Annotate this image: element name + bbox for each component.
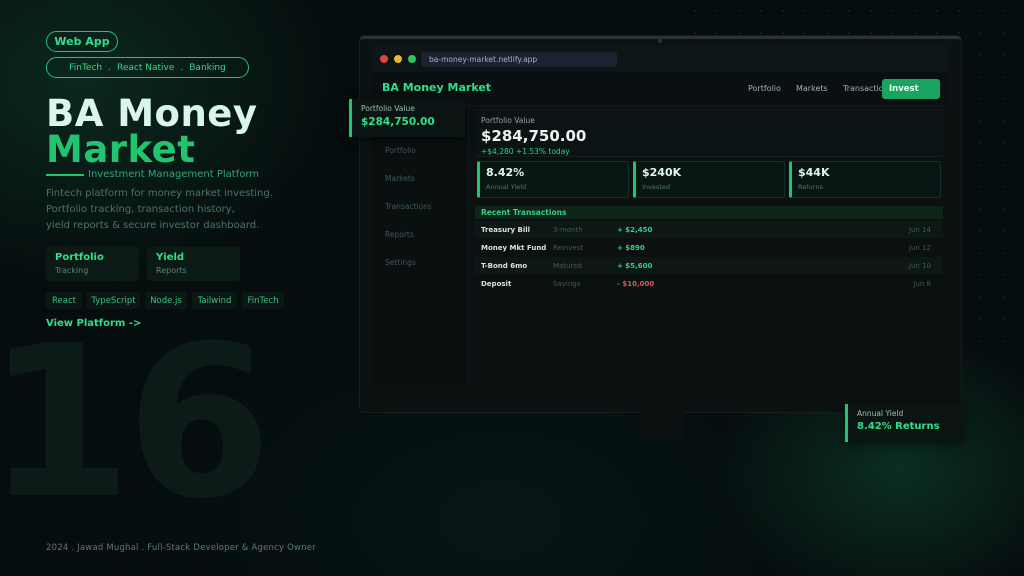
tech-tag-fintech: FinTech [242, 292, 284, 309]
web-app-badge: Web App [46, 31, 118, 52]
feature-portfolio: Portfolio Tracking [46, 247, 139, 281]
transaction-row[interactable]: Money Mkt Fund Reinvest + $890 Jun 12 [475, 239, 943, 256]
app-main: Portfolio Value $284,750.00 +$4,280 +1.5… [469, 106, 949, 386]
portfolio-value-card: Portfolio Value $284,750.00 +$4,280 +1.5… [475, 109, 943, 157]
recent-transactions-header: Recent Transactions [475, 206, 943, 219]
description-line: Fintech platform for money market invest… [46, 188, 273, 199]
tag-separator: . [180, 62, 184, 73]
tag-react-native: React Native [116, 62, 175, 73]
tags-pill: FinTech . React Native . Banking [46, 57, 249, 78]
tx-date: Jun 12 [908, 244, 931, 252]
floating-label: Portfolio Value [361, 104, 415, 113]
monitor-camera [658, 39, 662, 43]
sidebar-item-portfolio[interactable]: Portfolio [385, 146, 416, 155]
tx-date: Jun 10 [908, 262, 931, 270]
portfolio-value-change: +$4,280 +1.53% today [481, 147, 570, 156]
stat-value: $44K [798, 166, 830, 179]
stat-card-invested[interactable]: $240K Invested [633, 161, 785, 198]
sidebar-item-markets[interactable]: Markets [385, 174, 415, 183]
tag-separator: . [108, 62, 111, 73]
stat-label: Annual Yield [486, 183, 527, 191]
tx-date: Jun 8 [913, 280, 931, 288]
browser-chrome: ba-money-market.netlify.app [371, 46, 949, 72]
tech-tag-nodejs: Node.js [145, 292, 187, 309]
app-brand[interactable]: BA Money Market [382, 81, 491, 94]
sidebar-item-transactions[interactable]: Transactions [385, 202, 432, 211]
view-platform-link[interactable]: View Platform -> [46, 318, 141, 329]
close-window-dot[interactable] [380, 55, 388, 63]
maximize-window-dot[interactable] [408, 55, 416, 63]
footer-credit: 2024 . Jawad Mughal . Full-Stack Develop… [46, 543, 316, 553]
tx-name: Treasury Bill [481, 226, 531, 234]
stat-card-annual-yield[interactable]: 8.42% Annual Yield [477, 161, 629, 198]
stat-card-returns[interactable]: $44K Returns [789, 161, 941, 198]
tx-type: Reinvest [553, 244, 584, 252]
feature-sub: Reports [156, 266, 187, 275]
floating-value: 8.42% Returns [857, 421, 940, 432]
floating-yield-card: Annual Yield 8.42% Returns [845, 404, 964, 442]
tech-tag-react: React [46, 292, 82, 309]
feature-sub: Tracking [55, 266, 89, 275]
tx-amount: + $890 [617, 244, 645, 252]
hero-title-line2: Market [46, 128, 196, 171]
feature-title: Portfolio [55, 252, 104, 263]
feature-title: Yield [156, 252, 185, 263]
hero-description: Fintech platform for money market invest… [46, 186, 273, 234]
tech-tag-typescript: TypeScript [87, 292, 140, 309]
tx-amount: + $5,600 [617, 262, 653, 270]
tag-banking: Banking [189, 62, 226, 73]
floating-value: $284,750.00 [361, 116, 435, 128]
floating-label: Annual Yield [857, 409, 904, 418]
feature-yield: Yield Reports [147, 247, 240, 281]
nav-portfolio[interactable]: Portfolio [748, 84, 781, 93]
transaction-row[interactable]: T-Bond 6mo Matured + $5,600 Jun 10 [475, 257, 943, 274]
stat-label: Returns [798, 183, 823, 191]
subtitle-divider [46, 174, 84, 176]
tx-name: T-Bond 6mo [481, 262, 528, 270]
url-bar[interactable]: ba-money-market.netlify.app [421, 52, 617, 67]
description-line: Portfolio tracking, transaction history, [46, 204, 235, 215]
minimize-window-dot[interactable] [394, 55, 402, 63]
sidebar-item-reports[interactable]: Reports [385, 230, 414, 239]
transaction-row[interactable]: Treasury Bill 3-month + $2,450 Jun 14 [475, 221, 943, 238]
hero-subtitle: Investment Management Platform [88, 169, 260, 180]
tx-amount: - $10,000 [617, 280, 655, 288]
stat-label: Invested [642, 183, 670, 191]
transaction-row[interactable]: Deposit Savings - $10,000 Jun 8 [475, 275, 943, 292]
description-line: yield reports & secure investor dashboar… [46, 220, 260, 231]
portfolio-value-label: Portfolio Value [481, 116, 535, 125]
stat-value: 8.42% [486, 166, 525, 179]
tag-fintech: FinTech [69, 62, 103, 73]
stat-value: $240K [642, 166, 682, 179]
tx-type: Savings [553, 280, 581, 288]
browser-window: ba-money-market.netlify.app BA Money Mar… [371, 46, 949, 386]
nav-markets[interactable]: Markets [796, 84, 828, 93]
tx-type: Matured [553, 262, 582, 270]
portfolio-value-amount: $284,750.00 [481, 127, 587, 145]
app-sidebar: Portfolio Markets Transactions Reports S… [371, 106, 469, 386]
tx-amount: + $2,450 [617, 226, 653, 234]
tx-type: 3-month [553, 226, 583, 234]
tx-date: Jun 14 [908, 226, 931, 234]
sidebar-item-settings[interactable]: Settings [385, 258, 416, 267]
invest-button[interactable]: Invest [882, 79, 940, 99]
tx-name: Deposit [481, 280, 512, 288]
floating-portfolio-card: Portfolio Value $284,750.00 [349, 99, 465, 137]
tx-name: Money Mkt Fund [481, 244, 547, 252]
monitor-stand [640, 412, 684, 440]
background-number: 16 [0, 300, 272, 545]
tech-tag-tailwind: Tailwind [192, 292, 237, 309]
